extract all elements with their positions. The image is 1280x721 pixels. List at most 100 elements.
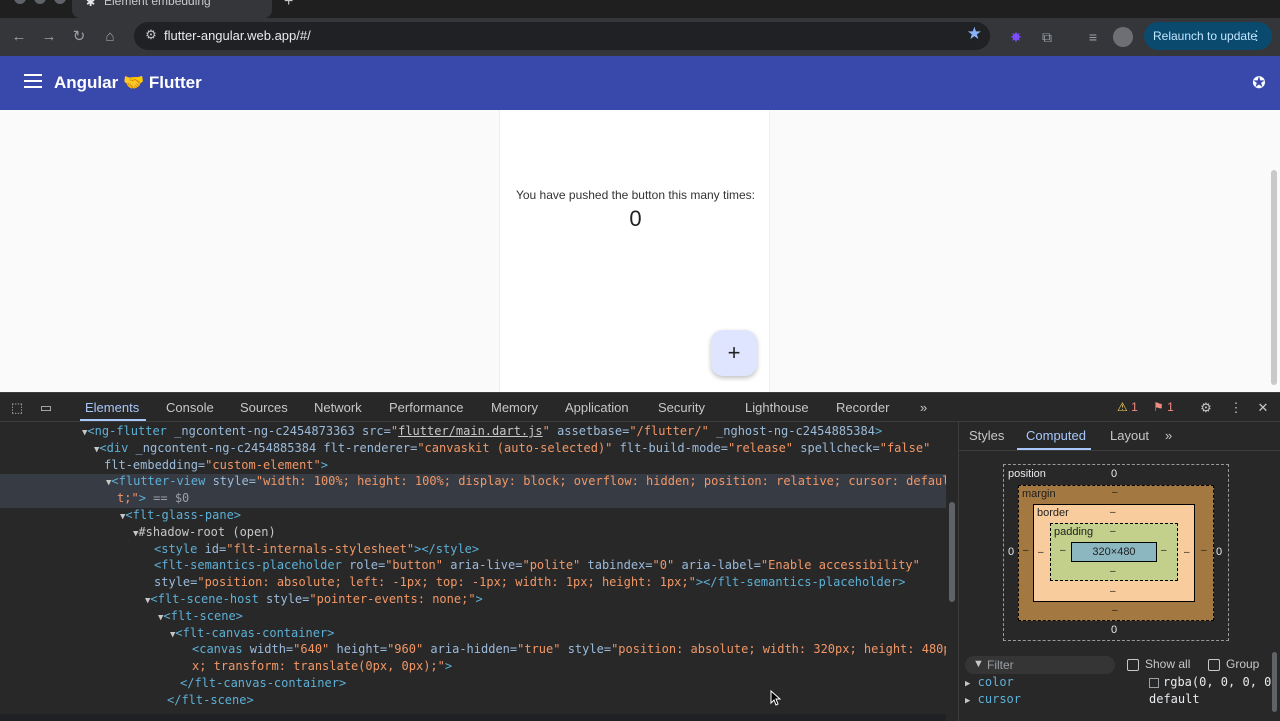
tab-performance[interactable]: Performance bbox=[389, 400, 463, 415]
dom-token: "polite" bbox=[522, 558, 581, 573]
error-flag-icon: ⚑ bbox=[1153, 400, 1164, 414]
dom-token: "position: absolute; left: -1px; top: -1… bbox=[197, 575, 696, 590]
computed-property-row[interactable]: ▶ color rgba(0, 0, 0, 0. bbox=[965, 675, 1279, 689]
relaunch-label: Relaunch to update bbox=[1153, 29, 1258, 43]
warning-counter[interactable]: ⚠ 1 bbox=[1117, 400, 1138, 414]
dom-token: tabindex= bbox=[580, 558, 653, 573]
border-right-value[interactable]: – bbox=[1184, 547, 1190, 558]
border-bottom-value[interactable]: – bbox=[1110, 586, 1116, 597]
window-close-control[interactable] bbox=[14, 0, 26, 4]
dom-token: spellcheck= bbox=[793, 440, 880, 455]
reload-icon[interactable]: ↻ bbox=[68, 26, 90, 48]
tab-title: Element embedding bbox=[104, 0, 211, 8]
new-tab-button[interactable]: + bbox=[284, 0, 293, 11]
dom-token: src= bbox=[354, 424, 391, 438]
border-top-value[interactable]: – bbox=[1110, 507, 1116, 518]
position-bottom-value[interactable]: 0 bbox=[1111, 624, 1117, 636]
device-toolbar-icon[interactable]: ▭ bbox=[37, 399, 55, 417]
address-bar[interactable]: ⚙ flutter-angular.web.app/#/ ★ bbox=[134, 22, 990, 50]
home-icon[interactable]: ⌂ bbox=[99, 26, 121, 48]
show-all-checkbox[interactable] bbox=[1127, 659, 1139, 671]
tab-sources[interactable]: Sources bbox=[240, 400, 288, 415]
dom-token: "/flutter/" bbox=[629, 424, 709, 438]
extension-puzzle-colored-icon[interactable]: ✸ bbox=[1006, 27, 1026, 47]
expand-triangle-icon[interactable]: ▶ bbox=[965, 679, 970, 689]
settings-gear-icon[interactable]: ⚙ bbox=[1197, 399, 1215, 417]
margin-top-value[interactable]: – bbox=[1112, 487, 1118, 498]
tab-computed[interactable]: Computed bbox=[1026, 428, 1086, 443]
tab-security[interactable]: Security bbox=[658, 400, 705, 415]
window-minimize-control[interactable] bbox=[34, 0, 46, 4]
site-info-icon[interactable]: ⚙ bbox=[142, 26, 160, 44]
inspect-element-icon[interactable]: ⬚ bbox=[8, 399, 26, 417]
dom-token: ></flt-semantics-placeholder> bbox=[695, 575, 906, 590]
margin-bottom-value[interactable]: – bbox=[1112, 605, 1118, 616]
tab-layout[interactable]: Layout bbox=[1110, 428, 1149, 443]
position-top-value[interactable]: 0 bbox=[1111, 468, 1117, 480]
media-controls-icon[interactable]: ≡ bbox=[1083, 27, 1103, 47]
url-text[interactable]: flutter-angular.web.app/#/ bbox=[164, 28, 311, 43]
browser-tab-strip: ✱ Element embedding + bbox=[0, 0, 1280, 18]
content-box[interactable]: 320×480 bbox=[1071, 542, 1157, 562]
tab-network[interactable]: Network bbox=[314, 400, 362, 415]
dom-token: > bbox=[444, 659, 453, 674]
padding-top-value[interactable]: – bbox=[1110, 526, 1116, 537]
dom-token: > bbox=[874, 424, 883, 438]
tab-recorder[interactable]: Recorder bbox=[836, 400, 889, 415]
devtools-menu-icon[interactable]: ⋮ bbox=[1227, 399, 1245, 417]
dom-token: _nghost-ng-c2454885384 bbox=[708, 424, 875, 438]
forward-arrow-icon[interactable]: → bbox=[38, 26, 60, 48]
warning-triangle-icon: ⚠ bbox=[1117, 400, 1128, 414]
tab-memory[interactable]: Memory bbox=[491, 400, 538, 415]
accessibility-icon[interactable]: ✪ bbox=[1248, 73, 1270, 95]
tab-console[interactable]: Console bbox=[166, 400, 214, 415]
color-swatch-icon[interactable] bbox=[1149, 677, 1159, 688]
bookmark-star-icon[interactable]: ★ bbox=[967, 24, 982, 44]
more-tabs-icon[interactable]: » bbox=[920, 400, 927, 415]
elements-scroll-thumb[interactable] bbox=[949, 502, 955, 602]
window-maximize-control[interactable] bbox=[54, 0, 66, 4]
increment-button[interactable]: + bbox=[711, 330, 757, 376]
computed-filter-input[interactable]: ▼ Filter bbox=[965, 656, 1115, 674]
property-value: rgba(0, 0, 0, 0. bbox=[1149, 675, 1279, 689]
dom-node-line[interactable]: ▼<flutter-view style="width: 100%; heigh… bbox=[0, 474, 946, 492]
dom-token: style= bbox=[258, 592, 310, 606]
elements-scrollbar[interactable] bbox=[946, 422, 958, 714]
page-scrollbar[interactable] bbox=[1271, 170, 1277, 385]
border-left-value[interactable]: – bbox=[1038, 547, 1044, 558]
close-icon[interactable]: ✕ bbox=[1254, 399, 1272, 417]
error-counter[interactable]: ⚑ 1 bbox=[1153, 400, 1174, 414]
tab-lighthouse[interactable]: Lighthouse bbox=[745, 400, 809, 415]
padding-right-value[interactable]: – bbox=[1161, 545, 1167, 556]
margin-left-value[interactable]: – bbox=[1023, 545, 1029, 556]
browser-tab[interactable]: ✱ Element embedding bbox=[72, 0, 272, 18]
position-right-value[interactable]: 0 bbox=[1216, 546, 1222, 558]
dom-token: aria-hidden= bbox=[423, 642, 518, 657]
back-arrow-icon[interactable]: ← bbox=[8, 26, 30, 48]
dom-token: <flt-semantics-placeholder bbox=[154, 558, 342, 573]
hamburger-menu-icon[interactable] bbox=[24, 74, 42, 88]
profile-avatar-icon[interactable] bbox=[1113, 27, 1133, 47]
padding-bottom-value[interactable]: – bbox=[1110, 566, 1116, 577]
expand-triangle-icon[interactable]: ▶ bbox=[965, 696, 970, 706]
dom-token: </flt-scene> bbox=[167, 692, 254, 707]
dom-token: > bbox=[235, 608, 243, 623]
counter-value: 0 bbox=[629, 206, 642, 231]
tab-elements[interactable]: Elements bbox=[85, 400, 139, 415]
tab-application[interactable]: Application bbox=[565, 400, 629, 415]
margin-right-value[interactable]: – bbox=[1201, 545, 1207, 556]
position-left-value[interactable]: 0 bbox=[1008, 546, 1014, 558]
sidebar-scrollbar[interactable] bbox=[1272, 652, 1277, 712]
tab-styles[interactable]: Styles bbox=[969, 428, 1004, 443]
devtools-tab-bar: ⬚ ▭ Elements Console Sources Network Per… bbox=[0, 393, 1280, 422]
extensions-icon[interactable]: ⧉ bbox=[1037, 27, 1057, 47]
group-checkbox[interactable] bbox=[1208, 659, 1220, 671]
computed-property-row[interactable]: ▶ cursor default bbox=[965, 692, 1200, 706]
dom-token: "pointer-events: none;" bbox=[309, 592, 476, 606]
more-sidebar-tabs-icon[interactable]: » bbox=[1165, 428, 1172, 443]
dom-node-line[interactable]: t;"> == $0 bbox=[0, 491, 946, 509]
dom-token: ></style> bbox=[414, 541, 480, 556]
relaunch-button[interactable]: Relaunch to update ⋮ bbox=[1144, 22, 1272, 50]
padding-left-value[interactable]: – bbox=[1060, 545, 1066, 556]
dom-token: "custom-element" bbox=[205, 457, 321, 472]
